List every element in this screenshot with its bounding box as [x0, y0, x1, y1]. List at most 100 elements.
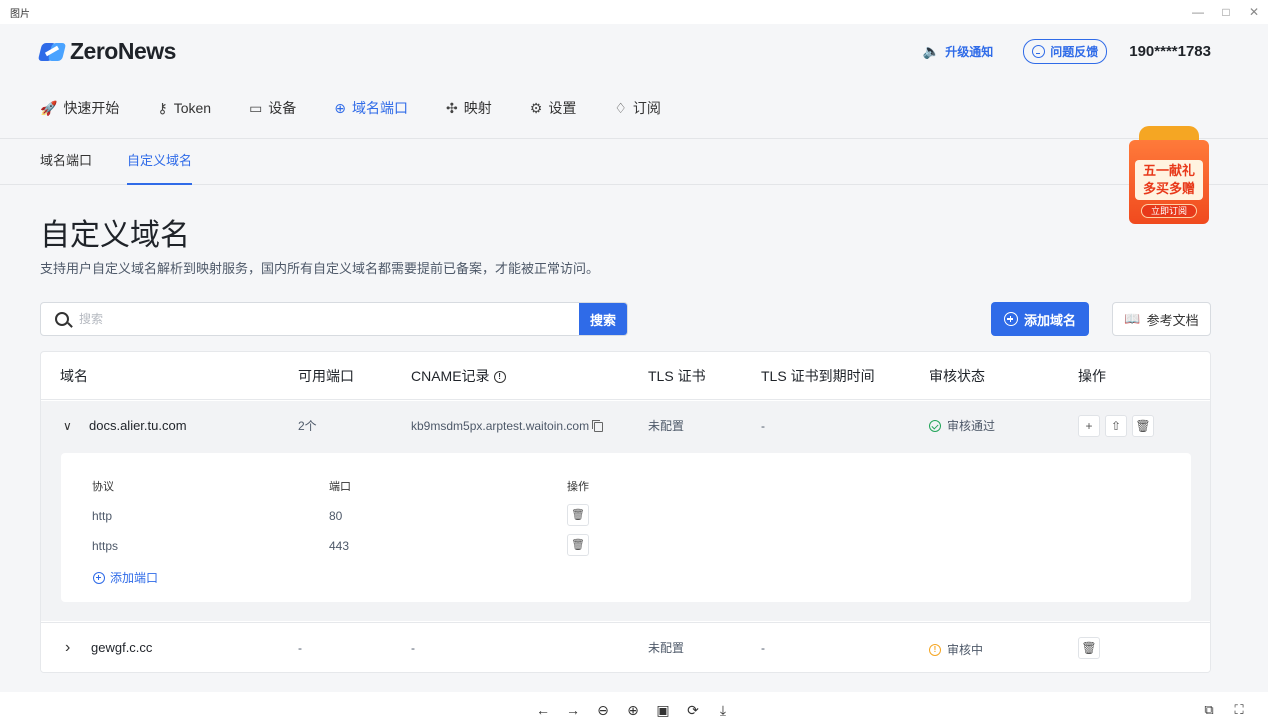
delete-port-button[interactable]: 🗑 [567, 534, 589, 556]
reference-docs-label: 参考文档 [1146, 312, 1199, 328]
copy-image-icon[interactable]: ⧉ [1194, 702, 1224, 718]
copy-icon[interactable] [592, 419, 604, 432]
nav-item-settings[interactable]: ⚙ 设置 [530, 98, 577, 118]
tab-custom-domain[interactable]: 自定义域名 [127, 139, 193, 185]
maximize-button[interactable]: □ [1212, 5, 1240, 19]
column-header-actions: 操作 [1078, 368, 1106, 384]
nav-label: 设备 [268, 100, 297, 116]
window-controls: — □ ✕ [1184, 0, 1268, 24]
gear-icon: ⚙ [529, 99, 543, 116]
laptop-icon: ▭ [249, 99, 263, 116]
available-ports: - [298, 641, 302, 655]
add-port-label: 添加端口 [110, 571, 159, 585]
download-icon[interactable]: ⤓ [708, 702, 738, 719]
key-icon: ⚷ [157, 99, 168, 116]
column-header-ports: 可用端口 [298, 368, 354, 384]
tls-expiry: - [761, 641, 765, 655]
nav-item-domain-ports[interactable]: ⊕ 域名端口 [334, 98, 408, 118]
port-protocol: https [92, 539, 119, 553]
upgrade-notice-label: 升级通知 [945, 45, 994, 59]
nav-item-devices[interactable]: ▭ 设备 [249, 98, 296, 118]
viewer-toolbar: ← → ⊖ ⊕ ▣ ⟳ ⤓ ⧉ ⛶ [0, 692, 1268, 728]
book-icon: 📖 [1124, 311, 1141, 326]
upgrade-notice-link[interactable]: 🔈 升级通知 [923, 43, 993, 60]
column-header-tls-expiry: TLS 证书到期时间 [761, 368, 875, 384]
upload-icon-button[interactable]: ⇧ [1105, 415, 1127, 437]
table-row: ∨ docs.alier.tu.com 2个 kb9msdm5px.arptes… [41, 401, 1210, 621]
port-subtable: 协议 端口 操作 http 80 🗑 https 443 🗑 添加端口 [61, 453, 1191, 602]
fit-screen-icon[interactable]: ▣ [648, 702, 678, 719]
tab-domain-ports[interactable]: 域名端口 [40, 139, 92, 185]
zeronews-logo-icon [37, 41, 67, 63]
delete-port-button[interactable]: 🗑 [567, 504, 589, 526]
check-circle-icon [929, 420, 941, 432]
trash-icon: 🗑 [571, 539, 585, 551]
domain-table: 域名 可用端口 CNAME记录! TLS 证书 TLS 证书到期时间 审核状态 … [40, 351, 1211, 673]
table-row-main: ∨ docs.alier.tu.com 2个 kb9msdm5px.arptes… [41, 401, 1210, 451]
brand-logo[interactable]: ZeroNews [37, 38, 176, 65]
promo-line-2: 多买多赠 [1142, 181, 1195, 196]
search-icon [55, 312, 69, 326]
column-header-status: 审核状态 [929, 368, 985, 384]
nav-item-quickstart[interactable]: 🚀 快速开始 [40, 98, 119, 118]
zoom-in-icon[interactable]: ⊕ [618, 702, 648, 719]
promo-gift-banner[interactable]: 五一献礼 多买多赠 立即订阅 [1125, 126, 1213, 226]
plus-circle-icon [1003, 312, 1018, 326]
nav-label: 订阅 [632, 100, 661, 116]
next-arrow-icon[interactable]: → [558, 702, 588, 718]
user-phone[interactable]: 190****1783 [1129, 43, 1211, 60]
reference-docs-button[interactable]: 📖 参考文档 [1112, 302, 1211, 336]
window-title: 图片 [10, 8, 30, 20]
previous-arrow-icon[interactable]: ← [528, 702, 558, 718]
add-domain-button[interactable]: 添加域名 [991, 302, 1089, 336]
subcolumn-actions: 操作 [567, 481, 589, 493]
nav-item-token[interactable]: ⚷ Token [157, 100, 211, 117]
column-header-domain: 域名 [60, 368, 88, 384]
promo-text: 五一献礼 多买多赠 [1135, 160, 1203, 200]
minimize-button[interactable]: — [1184, 5, 1212, 19]
nav-label: 快速开始 [63, 100, 120, 116]
zoom-out-icon[interactable]: ⊖ [588, 702, 618, 719]
nav-item-subscribe[interactable]: ♢ 订阅 [614, 98, 661, 118]
ocr-scan-icon[interactable]: ⛶ [1224, 702, 1254, 718]
sub-tabs: 域名端口 自定义域名 [0, 139, 1268, 185]
main-nav: 🚀 快速开始 ⚷ Token ▭ 设备 ⊕ 域名端口 ✣ 映射 ⚙ 设置 ♢ 订… [40, 98, 699, 118]
diamond-icon: ♢ [614, 99, 627, 116]
feedback-button[interactable]: 问题反馈 [1023, 39, 1108, 64]
search-button[interactable]: 搜索 [579, 303, 627, 335]
domain-name: docs.alier.tu.com [89, 418, 187, 433]
search-input[interactable] [79, 303, 579, 335]
nav-label: 设置 [548, 100, 577, 116]
delete-icon-button[interactable]: 🗑 [1078, 637, 1100, 659]
domain-name: gewgf.c.cc [91, 640, 153, 655]
delete-icon-button[interactable]: 🗑 [1132, 415, 1154, 437]
add-port-icon-button[interactable]: + [1078, 415, 1100, 437]
smile-icon [1032, 45, 1046, 58]
info-icon[interactable]: ! [493, 371, 506, 384]
review-status-label: 审核通过 [947, 419, 996, 433]
expand-chevron-icon[interactable]: › [65, 623, 70, 672]
port-number: 80 [329, 509, 343, 523]
page-description: 支持用户自定义域名解析到映射服务，国内所有自定义域名都需要提前已备案，才能被正常… [40, 261, 600, 276]
available-ports: 2个 [298, 419, 317, 433]
trash-icon: 🗑 [571, 509, 585, 521]
nav-item-mapping[interactable]: ✣ 映射 [446, 98, 492, 118]
viewer-toolbar-center: ← → ⊖ ⊕ ▣ ⟳ ⤓ [528, 692, 738, 728]
rotate-icon[interactable]: ⟳ [678, 702, 708, 719]
globe-icon: ⊕ [334, 99, 347, 116]
close-button[interactable]: ✕ [1240, 5, 1268, 19]
app-header: ZeroNews 🔈 升级通知 问题反馈 190****1783 🚀 快速开始 … [0, 24, 1268, 139]
network-icon: ✣ [446, 99, 458, 116]
header-actions: 🔈 升级通知 问题反馈 190****1783 [923, 39, 1211, 64]
promo-subscribe-button[interactable]: 立即订阅 [1141, 204, 1197, 218]
rocket-icon: 🚀 [40, 99, 58, 116]
review-status: ! 审核中 [929, 623, 983, 672]
add-port-link[interactable]: 添加端口 [93, 569, 158, 586]
nav-label: 域名端口 [352, 100, 409, 116]
cname-value: kb9msdm5px.arptest.waitoin.com [411, 419, 590, 433]
tls-cert: 未配置 [648, 419, 685, 433]
plus-circle-icon [93, 571, 105, 584]
subcolumn-port: 端口 [329, 481, 351, 493]
window-titlebar: 图片 — □ ✕ [0, 0, 1268, 24]
collapse-chevron-icon[interactable]: ∨ [63, 401, 72, 451]
